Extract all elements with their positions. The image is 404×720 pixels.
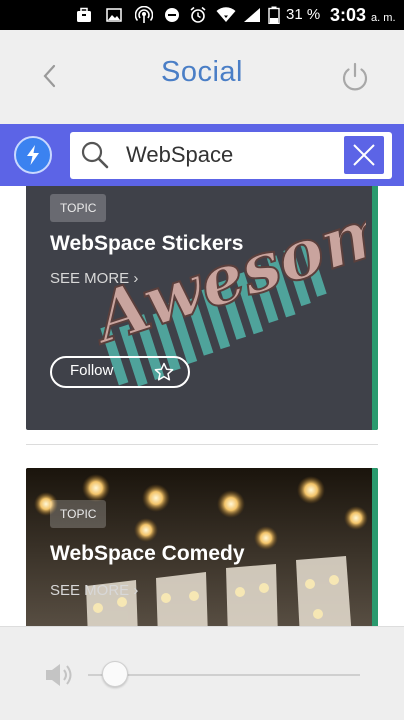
status-bar: 31 % 3:03 a. m. <box>0 0 404 30</box>
topic-title[interactable]: WebSpace Stickers <box>50 232 243 256</box>
search-icon <box>80 140 110 170</box>
follow-button[interactable]: Follow <box>50 356 190 388</box>
star-icon <box>154 362 174 382</box>
topic-tag: TOPIC <box>50 194 107 222</box>
battery-icon <box>264 6 284 24</box>
search-bar <box>0 124 404 186</box>
search-input[interactable] <box>126 138 336 172</box>
topic-card[interactable]: TOPIC WebSpace Comedy SEE MORE › <box>26 468 378 626</box>
power-icon[interactable] <box>338 60 372 94</box>
topic-list: Awesome TOPIC WebSpace Stickers SEE MORE… <box>0 186 404 626</box>
image-icon <box>104 6 124 24</box>
close-icon[interactable] <box>344 136 384 174</box>
alarm-icon <box>188 6 208 24</box>
clock-ampm: a. m. <box>371 12 396 24</box>
topic-tag: TOPIC <box>50 500 107 528</box>
wifi-icon <box>216 6 236 24</box>
briefcase-icon <box>74 6 94 24</box>
see-more-link[interactable]: SEE MORE › <box>50 582 138 599</box>
clock: 3:03 a. m. <box>330 5 396 26</box>
app-header: Social <box>0 30 404 124</box>
divider <box>26 444 378 445</box>
card-accent-bar <box>372 468 378 626</box>
topic-title[interactable]: WebSpace Comedy <box>50 542 245 566</box>
follow-label: Follow <box>70 362 114 379</box>
clock-time: 3:03 <box>330 5 367 25</box>
lightning-icon[interactable] <box>14 136 52 174</box>
card-accent-bar <box>372 186 378 430</box>
see-more-link[interactable]: SEE MORE › <box>50 270 138 287</box>
search-box <box>70 132 392 179</box>
volume-slider-track[interactable] <box>88 674 360 676</box>
speaker-icon[interactable] <box>44 661 74 689</box>
do-not-disturb-icon <box>162 6 182 24</box>
signal-icon <box>242 6 262 24</box>
volume-bar <box>0 626 404 720</box>
volume-slider-thumb[interactable] <box>102 661 128 687</box>
hotspot-icon <box>134 6 154 24</box>
topic-card[interactable]: Awesome TOPIC WebSpace Stickers SEE MORE… <box>26 186 378 430</box>
battery-percent: 31 % <box>286 6 321 23</box>
